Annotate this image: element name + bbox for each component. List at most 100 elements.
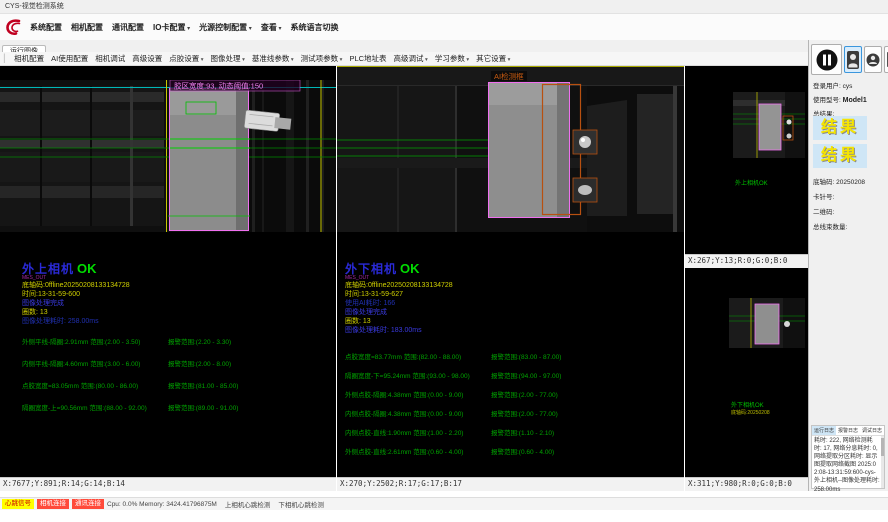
measurement-text: 点胶宽度=83.05mm 范围:(80.00 - 86.00) bbox=[22, 380, 168, 402]
camera-panel-lower: AI检测框 外下相机OK MES_OUT 底轴码:0ffline20250208… bbox=[337, 66, 684, 491]
measurements-upper: 外侧平线-隔圈:2.91mm 范围:(2.00 - 3.50)报警范围:(2.2… bbox=[22, 336, 322, 424]
camera-name: 外上相机 bbox=[22, 262, 74, 276]
model-label: 使用型号: bbox=[813, 97, 841, 104]
process-done-line: 图像处理完成 bbox=[345, 308, 665, 317]
model-value: Model1 bbox=[843, 97, 867, 104]
menu-item-4[interactable]: 光源控制配置 ▾ bbox=[199, 22, 252, 33]
measurement-row: 外侧平线-隔圈:2.91mm 范围:(2.00 - 3.50)报警范围:(2.2… bbox=[22, 336, 322, 358]
operator-button[interactable] bbox=[864, 46, 882, 73]
chevron-down-icon: ▾ bbox=[241, 57, 245, 63]
measurement-alarm: 报警范围:(2.20 - 3.30) bbox=[168, 336, 231, 358]
toolbar-item-8[interactable]: PLC地址表 bbox=[349, 53, 386, 64]
status-badge-0: 心跳信号 bbox=[2, 499, 34, 509]
pixel-statusbar-upper: X:7677;Y:891;R:14;G:14;B:14 bbox=[0, 477, 336, 491]
status-badges: 心跳信号相机连接通讯连接 bbox=[2, 499, 107, 509]
result-badge-upper: 结果 bbox=[813, 116, 867, 140]
chevron-down-icon: ▾ bbox=[338, 57, 342, 63]
measurement-row: 内侧点胶-隔圈:4.38mm 范围:(0.00 - 9.00)报警范围:(2.0… bbox=[345, 408, 675, 427]
roi-label-upper: 胶区宽度:93, 动态阈值:150 bbox=[174, 81, 263, 91]
cam1-heartbeat-text: 上相机心跳检测 bbox=[225, 499, 271, 509]
chevron-down-icon: ▾ bbox=[277, 26, 282, 32]
user-mode-button[interactable] bbox=[844, 46, 862, 73]
toolbar-grip: ▏ bbox=[4, 54, 10, 63]
user-icon bbox=[847, 51, 859, 69]
log-scrollbar[interactable] bbox=[881, 436, 884, 488]
measurement-alarm: 报警范围:(2.00 - 77.00) bbox=[491, 389, 558, 408]
sidebar-buttons bbox=[811, 44, 888, 75]
menu-item-0[interactable]: 系统配置 bbox=[30, 22, 62, 33]
camera-panel-upper: 胶区宽度:93, 动态阈值:150 外上相机OK MES_OUT 底轴码:0ff… bbox=[0, 66, 336, 491]
log-tab-2[interactable]: 调试日志 bbox=[860, 426, 884, 435]
toolbar-item-9[interactable]: 高级调试 ▾ bbox=[394, 53, 428, 64]
elapsed-line: 图像处理耗时: 183.00ms bbox=[345, 326, 665, 335]
toolbar-items: 相机配置 AI使用配置相机调试高级设置点胶设置 ▾ 图像处理 ▾ 基准线参数 ▾ 测试项… bbox=[14, 53, 517, 64]
status-badge-1: 相机连接 bbox=[37, 499, 69, 509]
toolbar-item-5[interactable]: 图像处理 ▾ bbox=[211, 53, 245, 64]
sidebar-field-2: 二维码: bbox=[813, 206, 834, 216]
chevron-down-icon: ▾ bbox=[506, 57, 510, 63]
toolbar-item-10[interactable]: 学习参数 ▾ bbox=[435, 53, 469, 64]
measurement-text: 外侧点胶-直线:2.61mm 范围:(0.60 - 4.00) bbox=[345, 446, 491, 465]
pause-button[interactable] bbox=[811, 44, 842, 75]
sidebar: 登录用户: cys 使用型号: Model1 总结果: 结果 结果 底轴码: 2… bbox=[808, 40, 888, 491]
measurement-row: 隔圈宽度-下=95.24mm 范围:(93.00 - 98.00)报警范围:(9… bbox=[345, 370, 675, 389]
log-tab-0[interactable]: 运行日志 bbox=[812, 426, 836, 435]
roi-label-lower: AI检测框 bbox=[494, 71, 524, 81]
login-user-row: 登录用户: cys bbox=[813, 80, 852, 90]
status-badge-2: 通讯连接 bbox=[72, 499, 104, 509]
measurement-row: 点胶宽度=83.77mm 范围:(82.00 - 88.00)报警范围:(83.… bbox=[345, 351, 675, 370]
measurement-alarm: 报警范围:(2.00 - 8.00) bbox=[168, 358, 231, 380]
measurement-text: 隔圈宽度-下=95.24mm 范围:(93.00 - 98.00) bbox=[345, 370, 491, 389]
toolbar-item-7[interactable]: 测试项参数 ▾ bbox=[301, 53, 343, 64]
measurement-row: 内侧平线-隔圈:4.60mm 范围:(3.00 - 6.00)报警范围:(2.0… bbox=[22, 358, 322, 380]
measurement-text: 内侧点胶-直线:1.90mm 范围:(1.00 - 2.20) bbox=[345, 427, 491, 446]
toolbar-item-2[interactable]: 相机调试 bbox=[95, 53, 125, 64]
chevron-down-icon: ▾ bbox=[289, 57, 293, 63]
field-label: 总线束数量: bbox=[813, 224, 847, 231]
toolbar-item-4[interactable]: 点胶设置 ▾ bbox=[169, 53, 203, 64]
menu-item-1[interactable]: 相机配置 bbox=[71, 22, 103, 33]
sidebar-field-1: 卡针号: bbox=[813, 191, 834, 201]
menu-item-6[interactable]: 系统语言切换 bbox=[291, 22, 339, 33]
toolbar-item-6[interactable]: 基准线参数 ▾ bbox=[252, 53, 294, 64]
menu-item-3[interactable]: IO卡配置 ▾ bbox=[153, 22, 190, 33]
camera-thumbnail-bottom[interactable] bbox=[729, 298, 805, 348]
app-statusbar: 心跳信号相机连接通讯连接 Cpu: 0.0% Memory: 3424.4179… bbox=[0, 497, 888, 510]
menu-bar-items: 系统配置相机配置通讯配置 IO卡配置 ▾ 光源控制配置 ▾ 查看 ▾ 系统语言切换 bbox=[30, 22, 348, 33]
toolbar-item-0[interactable]: 相机配置 bbox=[14, 53, 44, 64]
toolbar-item-11[interactable]: 其它设置 ▾ bbox=[476, 53, 510, 64]
toolbar-item-3[interactable]: 高级设置 bbox=[132, 53, 162, 64]
serial-line: 底轴码:0ffline20250208133134728 bbox=[22, 281, 336, 290]
model-row: 使用型号: Model1 bbox=[813, 94, 867, 104]
menu-item-2[interactable]: 通讯配置 bbox=[112, 22, 144, 33]
toolbar: ▏ 相机配置 AI使用配置相机调试高级设置点胶设置 ▾ 图像处理 ▾ 基准线参数 ▾ 测… bbox=[0, 52, 808, 66]
toolbar-item-1[interactable]: AI使用配置 bbox=[51, 53, 88, 64]
window-title: CYS-视觉检测系统 bbox=[5, 3, 64, 10]
window-titlebar: CYS-视觉检测系统 bbox=[0, 0, 888, 14]
login-user-value: cys bbox=[843, 83, 853, 90]
thumb-label-top: 外上相机OK bbox=[735, 178, 768, 187]
camera-image-upper[interactable]: 胶区宽度:93, 动态阈值:150 bbox=[0, 80, 336, 232]
measurement-row: 点胶宽度=83.05mm 范围:(80.00 - 86.00)报警范围:(81.… bbox=[22, 380, 322, 402]
log-tab-1[interactable]: 报警日志 bbox=[836, 426, 860, 435]
measurement-text: 内侧平线-隔圈:4.60mm 范围:(3.00 - 6.00) bbox=[22, 358, 168, 380]
time-line: 时间:13-31-59-600 bbox=[22, 290, 336, 299]
application-window: CYS-视觉检测系统 系统配置相机配置通讯配置IO卡配置 ▾光源控制配置 ▾查看… bbox=[0, 0, 888, 522]
field-value: 20250208 bbox=[836, 179, 865, 186]
exit-button[interactable] bbox=[884, 46, 888, 73]
chevron-down-icon: ▾ bbox=[465, 57, 469, 63]
turns-line: 圈数: 13 bbox=[22, 308, 336, 317]
cpu-memory-text: Cpu: 0.0% Memory: 3424.41796875M bbox=[107, 501, 217, 508]
measurement-text: 外侧点胶-隔圈:4.38mm 范围:(0.00 - 9.00) bbox=[345, 389, 491, 408]
person-icon bbox=[866, 53, 880, 67]
measurement-alarm: 报警范围:(81.00 - 85.00) bbox=[168, 380, 238, 402]
sidebar-field-3: 总线束数量: bbox=[813, 221, 847, 231]
measurement-row: 内侧点胶-直线:1.90mm 范围:(1.00 - 2.20)报警范围:(1.1… bbox=[345, 427, 675, 446]
menu-item-5[interactable]: 查看 ▾ bbox=[261, 22, 282, 33]
pixel-statusbar-thumb-top: X:267;Y:13;R:0;G:0;B:0 bbox=[685, 254, 808, 268]
camera-image-lower[interactable]: AI检测框 bbox=[337, 66, 684, 232]
camera-panel-thumb-bottom: 外下相机OK 底轴码:20250208 X:311;Y:980;R:0;G:0;… bbox=[685, 268, 808, 491]
pixel-statusbar-thumb-bottom: X:311;Y:980;R:0;G:0;B:0 bbox=[685, 477, 808, 491]
measurement-row: 外侧点胶-直线:2.61mm 范围:(0.60 - 4.00)报警范围:(0.6… bbox=[345, 446, 675, 465]
camera-thumbnail-top[interactable] bbox=[733, 92, 805, 158]
